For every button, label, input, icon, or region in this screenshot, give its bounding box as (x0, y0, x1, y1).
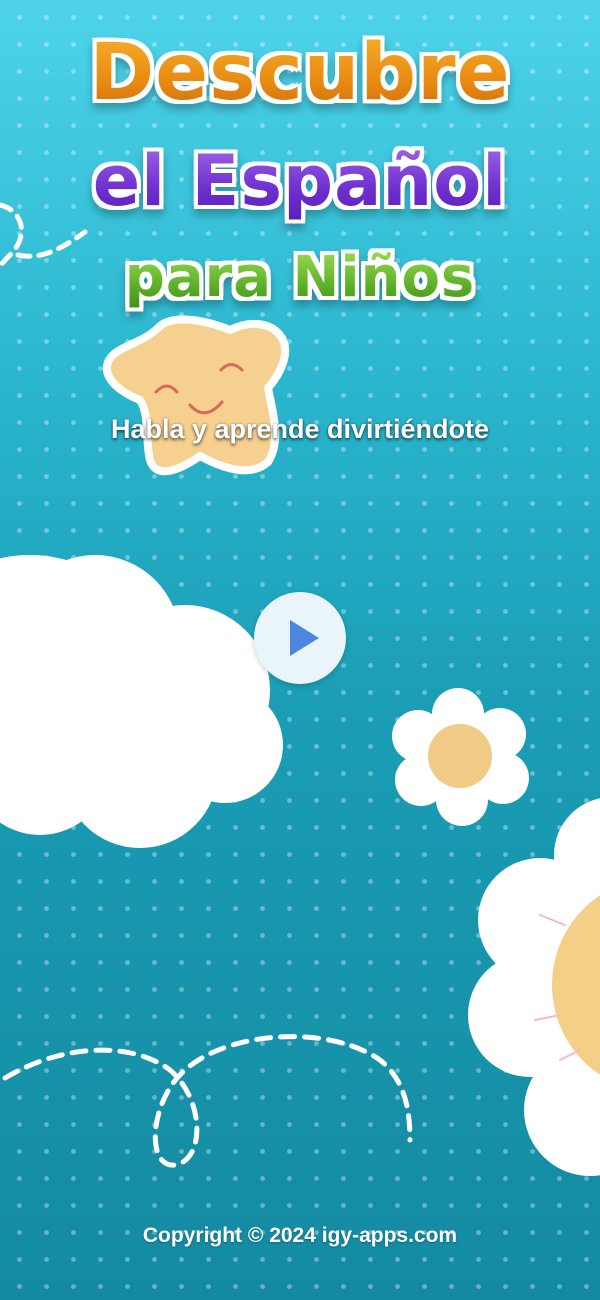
cloud (0, 555, 283, 848)
subtitle: Habla y aprende divirtiéndote (110, 414, 490, 444)
title-line-1: Descubre (0, 28, 600, 118)
title-line-3: para Niños (0, 245, 600, 310)
play-icon (290, 620, 319, 656)
star-mascot (102, 315, 290, 476)
splash-screen: Descubre el Español para Niños Habla y a… (0, 0, 600, 1300)
title-line-2: el Español (0, 140, 600, 222)
flower (392, 688, 529, 826)
dashed-trail-bottom (2, 1034, 413, 1168)
copyright-text: Copyright © 2024 igy-apps.com (142, 1224, 458, 1247)
sun-flower (468, 798, 600, 1176)
play-button[interactable] (254, 592, 346, 684)
